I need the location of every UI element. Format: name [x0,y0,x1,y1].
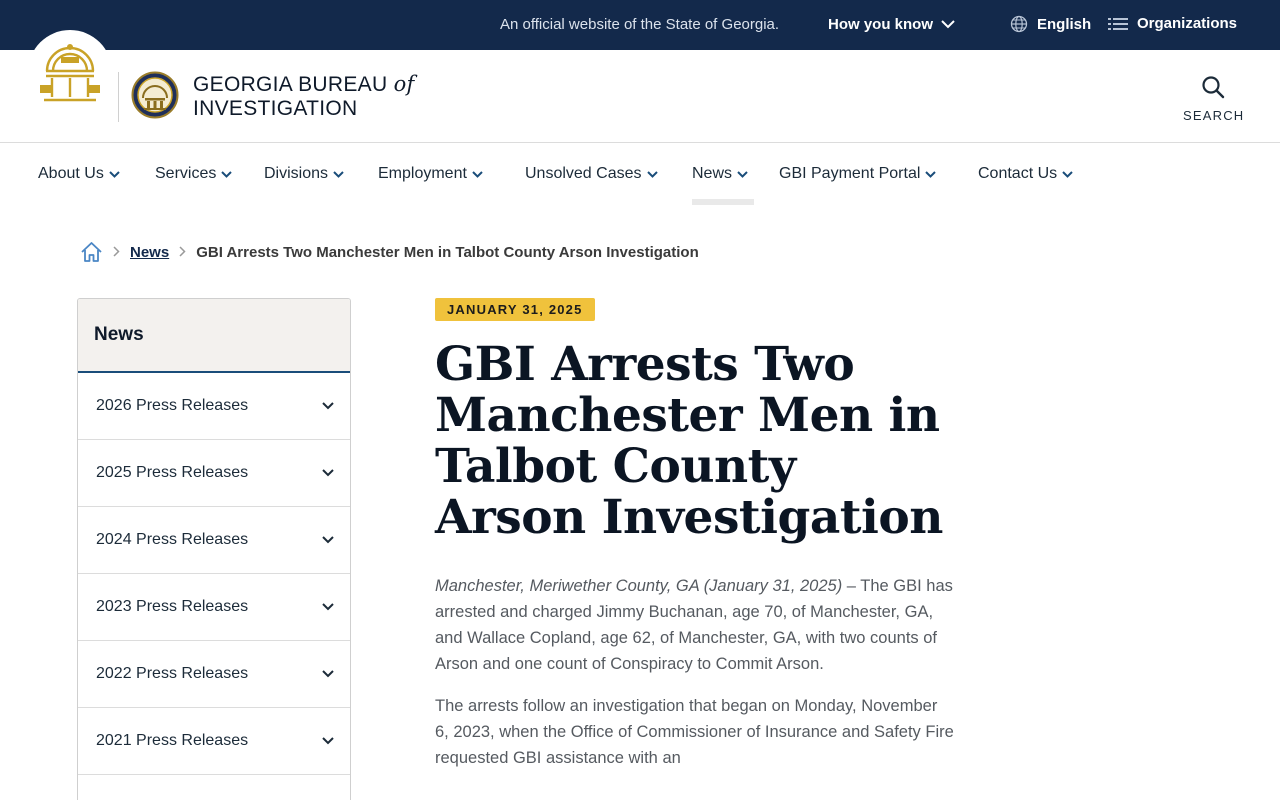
nav-label: News [692,165,733,182]
search-label: SEARCH [1183,108,1245,123]
sidebar-item-2023-press-releases[interactable]: 2023 Press Releases [78,574,350,641]
nav-news[interactable]: News [692,165,755,205]
chevron-down-icon [1062,170,1073,178]
nav-about-us[interactable]: About Us [38,165,120,183]
georgia-state-seal-icon [40,44,100,102]
language-label: English [1037,15,1092,33]
organizations-menu[interactable]: Organizations [1108,15,1237,32]
chevron-down-icon [472,170,483,178]
language-selector[interactable]: English [1010,15,1091,33]
sidebar-item-label: 2022 Press Releases [96,665,249,682]
main-navigation: About Us Services Divisions Employment U… [0,143,1280,207]
search-icon [1202,76,1225,99]
nav-label: Contact Us [978,165,1058,182]
nav-label: About Us [38,165,104,182]
nav-services[interactable]: Services [155,165,233,183]
chevron-down-icon [322,670,334,678]
news-sidebar: News 2026 Press Releases 2025 Press Rele… [77,298,351,800]
list-icon [1108,17,1128,30]
nav-employment[interactable]: Employment [378,165,483,183]
chevron-down-icon [322,536,334,544]
chevron-down-icon [109,170,120,178]
breadcrumb: News GBI Arrests Two Manchester Men in T… [80,241,699,263]
breadcrumb-current-page: GBI Arrests Two Manchester Men in Talbot… [196,243,699,261]
home-icon[interactable] [80,241,103,263]
breadcrumb-separator [113,244,120,261]
article-paragraph: Manchester, Meriwether County, GA (Janua… [435,573,955,677]
nav-label: Divisions [264,165,329,182]
breadcrumb-separator [179,244,186,261]
sidebar-item-label: 2026 Press Releases [96,397,249,414]
chevron-down-icon [322,603,334,611]
sidebar-item-label: 2025 Press Releases [96,464,249,481]
organizations-label: Organizations [1137,15,1238,32]
agency-name[interactable]: GEORGIA BUREAU of INVESTIGATION [193,72,415,121]
sidebar-item-2021-press-releases[interactable]: 2021 Press Releases [78,708,350,775]
chevron-down-icon [941,20,955,29]
sidebar-item-2022-press-releases[interactable]: 2022 Press Releases [78,641,350,708]
how-you-know-label: How you know [828,16,933,33]
chevron-right-icon [113,245,120,257]
article-dateline: Manchester, Meriwether County, GA (Janua… [435,577,843,595]
chevron-down-icon [646,170,658,178]
gbi-badge-icon [131,71,179,119]
agency-name-prefix: GEORGIA BUREAU [193,73,388,96]
agency-name-of: of [393,72,415,96]
agency-name-line-2: INVESTIGATION [193,97,358,120]
article-title: GBI Arrests Two Manchester Men in Talbot… [435,337,943,545]
nav-label: Services [155,165,217,182]
article-body: Manchester, Meriwether County, GA (Janua… [435,573,955,771]
sidebar-heading: News [78,299,350,373]
article-paragraph: The arrests follow an investigation that… [435,697,954,767]
chevron-right-icon [179,245,186,257]
globe-icon [1010,15,1028,33]
nav-contact-us[interactable]: Contact Us [978,165,1073,183]
sidebar-item-2025-press-releases[interactable]: 2025 Press Releases [78,440,350,507]
press-release-article: JANUARY 31, 2025 GBI Arrests Two Manches… [435,298,955,771]
chevron-down-icon [322,402,334,410]
georgia-seal-logo[interactable] [28,30,112,114]
chevron-down-icon [322,469,334,477]
logo-divider [118,72,119,122]
chevron-down-icon [322,737,334,745]
official-site-banner: An official website of the State of Geor… [0,0,1280,50]
sidebar-item-label: 2024 Press Releases [96,531,249,548]
sidebar-item-2024-press-releases[interactable]: 2024 Press Releases [78,507,350,574]
nav-label: GBI Payment Portal [779,165,921,182]
sidebar-item-label: 2021 Press Releases [96,732,249,749]
nav-gbi-payment-portal[interactable]: GBI Payment Portal [779,165,937,183]
agency-name-line-1: GEORGIA BUREAU of [193,72,415,97]
chevron-down-icon [737,170,748,178]
sidebar-item-label: 2023 Press Releases [96,598,249,615]
date-badge: JANUARY 31, 2025 [435,298,595,321]
nav-divisions[interactable]: Divisions [264,165,344,183]
sidebar-item-2026-press-releases[interactable]: 2026 Press Releases [78,373,350,440]
gbi-seal-logo[interactable] [131,70,179,125]
nav-label: Unsolved Cases [525,165,642,182]
nav-label: Employment [378,165,467,182]
chevron-down-icon [221,170,233,178]
site-header: GEORGIA BUREAU of INVESTIGATION SEARCH [0,30,1280,143]
chevron-down-icon [333,170,344,178]
search-button[interactable]: SEARCH [1183,75,1243,123]
chevron-down-icon [925,170,937,178]
nav-unsolved-cases[interactable]: Unsolved Cases [525,165,658,183]
official-site-text: An official website of the State of Geor… [500,16,780,33]
breadcrumb-news-link[interactable]: News [130,244,169,261]
how-you-know-toggle[interactable]: How you know [828,16,955,33]
